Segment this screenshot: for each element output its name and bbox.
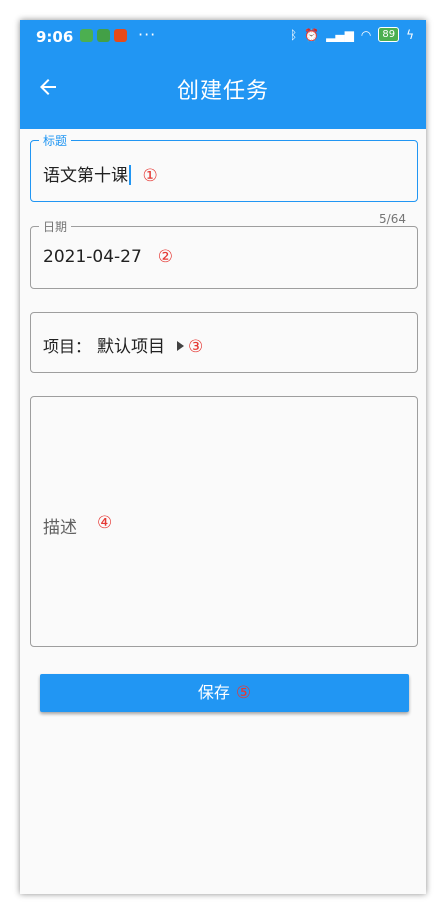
title-input[interactable]: 语文第十课 ① (43, 161, 158, 186)
description-field[interactable]: 描述 ④ (30, 396, 418, 647)
app-frame: 9:06 ··· ᛒ ⏰ ▂▄▆ ◠ 89 ϟ 创建任务 标题 语文第十课 ① 5… (20, 20, 426, 894)
description-marker: ④ (97, 513, 113, 533)
status-icons: ᛒ ⏰ ▂▄▆ ◠ 89 ϟ (290, 27, 414, 42)
signal-icon: ▂▄▆ (326, 27, 354, 42)
page-title: 创建任务 (176, 79, 269, 104)
project-marker: ③ (188, 337, 204, 357)
date-marker: ② (157, 247, 174, 267)
bluetooth-icon: ᛒ (290, 27, 298, 42)
title-field[interactable]: 标题 语文第十课 ① (30, 132, 418, 202)
project-label: 项目： (43, 337, 92, 356)
more-notifications-icon: ··· (138, 25, 157, 44)
save-label: 保存 (197, 683, 230, 702)
status-bar: 9:06 ··· ᛒ ⏰ ▂▄▆ ◠ 89 ϟ (20, 20, 426, 55)
save-marker: ⑤ (235, 683, 252, 703)
title-marker: ① (142, 166, 158, 186)
date-input[interactable]: 2021-04-27 ② (43, 247, 173, 267)
app-notification-icon (114, 29, 127, 42)
description-input[interactable]: 描述 ④ (43, 513, 112, 538)
status-time: 9:06 (36, 28, 74, 46)
message-icon (97, 29, 110, 42)
date-value: 2021-04-27 (43, 247, 142, 267)
description-placeholder: 描述 (43, 518, 77, 538)
wechat-icon (80, 29, 93, 42)
alarm-icon: ⏰ (304, 27, 320, 42)
date-field-label: 日期 (39, 218, 72, 235)
date-field[interactable]: 日期 2021-04-27 ② (30, 218, 418, 289)
charging-icon: ϟ (406, 27, 414, 42)
project-value: 默认项目 (97, 337, 165, 357)
battery-icon: 89 (378, 27, 400, 42)
project-selector[interactable]: 项目： 默认项目 ③ (30, 312, 418, 373)
app-bar: 创建任务 (20, 55, 426, 129)
title-value: 语文第十课 (43, 166, 128, 186)
title-char-counter: 5/64 (379, 212, 406, 226)
project-value-row[interactable]: 默认项目 ③ (97, 332, 203, 357)
save-button[interactable]: 保存 ⑤ (40, 674, 409, 712)
notification-icons (80, 29, 127, 42)
wifi-icon: ◠ (360, 27, 372, 42)
title-field-label: 标题 (39, 132, 72, 149)
text-cursor (129, 165, 131, 185)
dropdown-arrow-icon[interactable] (177, 341, 184, 351)
